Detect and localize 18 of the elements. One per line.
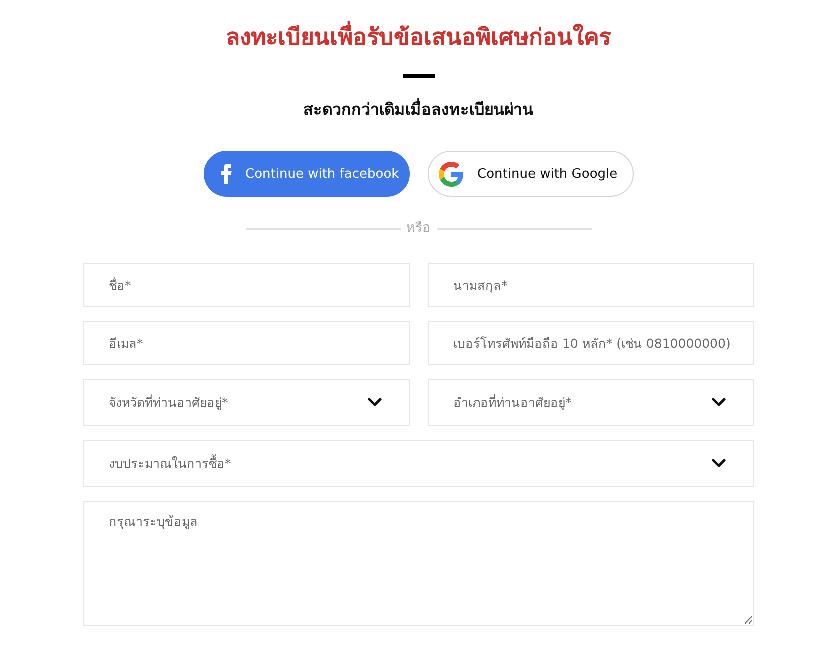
dropdown-field[interactable]: งบประมาณในการซื้อ* [83,440,754,487]
facebook-icon [220,164,232,184]
dropdown-field[interactable]: จังหวัดที่ท่านอาศัยอยู่* [83,379,410,426]
text-input-field[interactable]: อีเมล* [83,321,410,365]
chevron-down-icon [368,398,382,407]
text-input-field[interactable]: นามสกุล* [428,263,754,307]
text-input-field[interactable]: ชื่อ* [83,263,410,307]
chevron-down-icon [712,459,726,468]
divider-label: หรือ [406,220,430,238]
subtitle: สะดวกกว่าเดิมเมื่อลงทะเบียนผ่าน [304,98,534,121]
google-icon [438,162,464,186]
dropdown-field[interactable]: อำเภอที่ท่านอาศัยอยู่* [428,379,754,426]
message-textarea[interactable]: กรุณาระบุข้อมูล [83,501,754,626]
chevron-down-icon [712,398,726,407]
text-input-field[interactable]: เบอร์โทรศัพท์มือถือ 10 หลัก* (เช่น 0810000000) [428,321,754,365]
facebook-login-button[interactable]: Continue with facebook [204,151,410,197]
page-title: ลงทะเบียนเพื่อรับข้อเสนอพิเศษก่อนใคร [226,20,611,56]
google-login-button[interactable]: Continue with Google [428,151,634,197]
